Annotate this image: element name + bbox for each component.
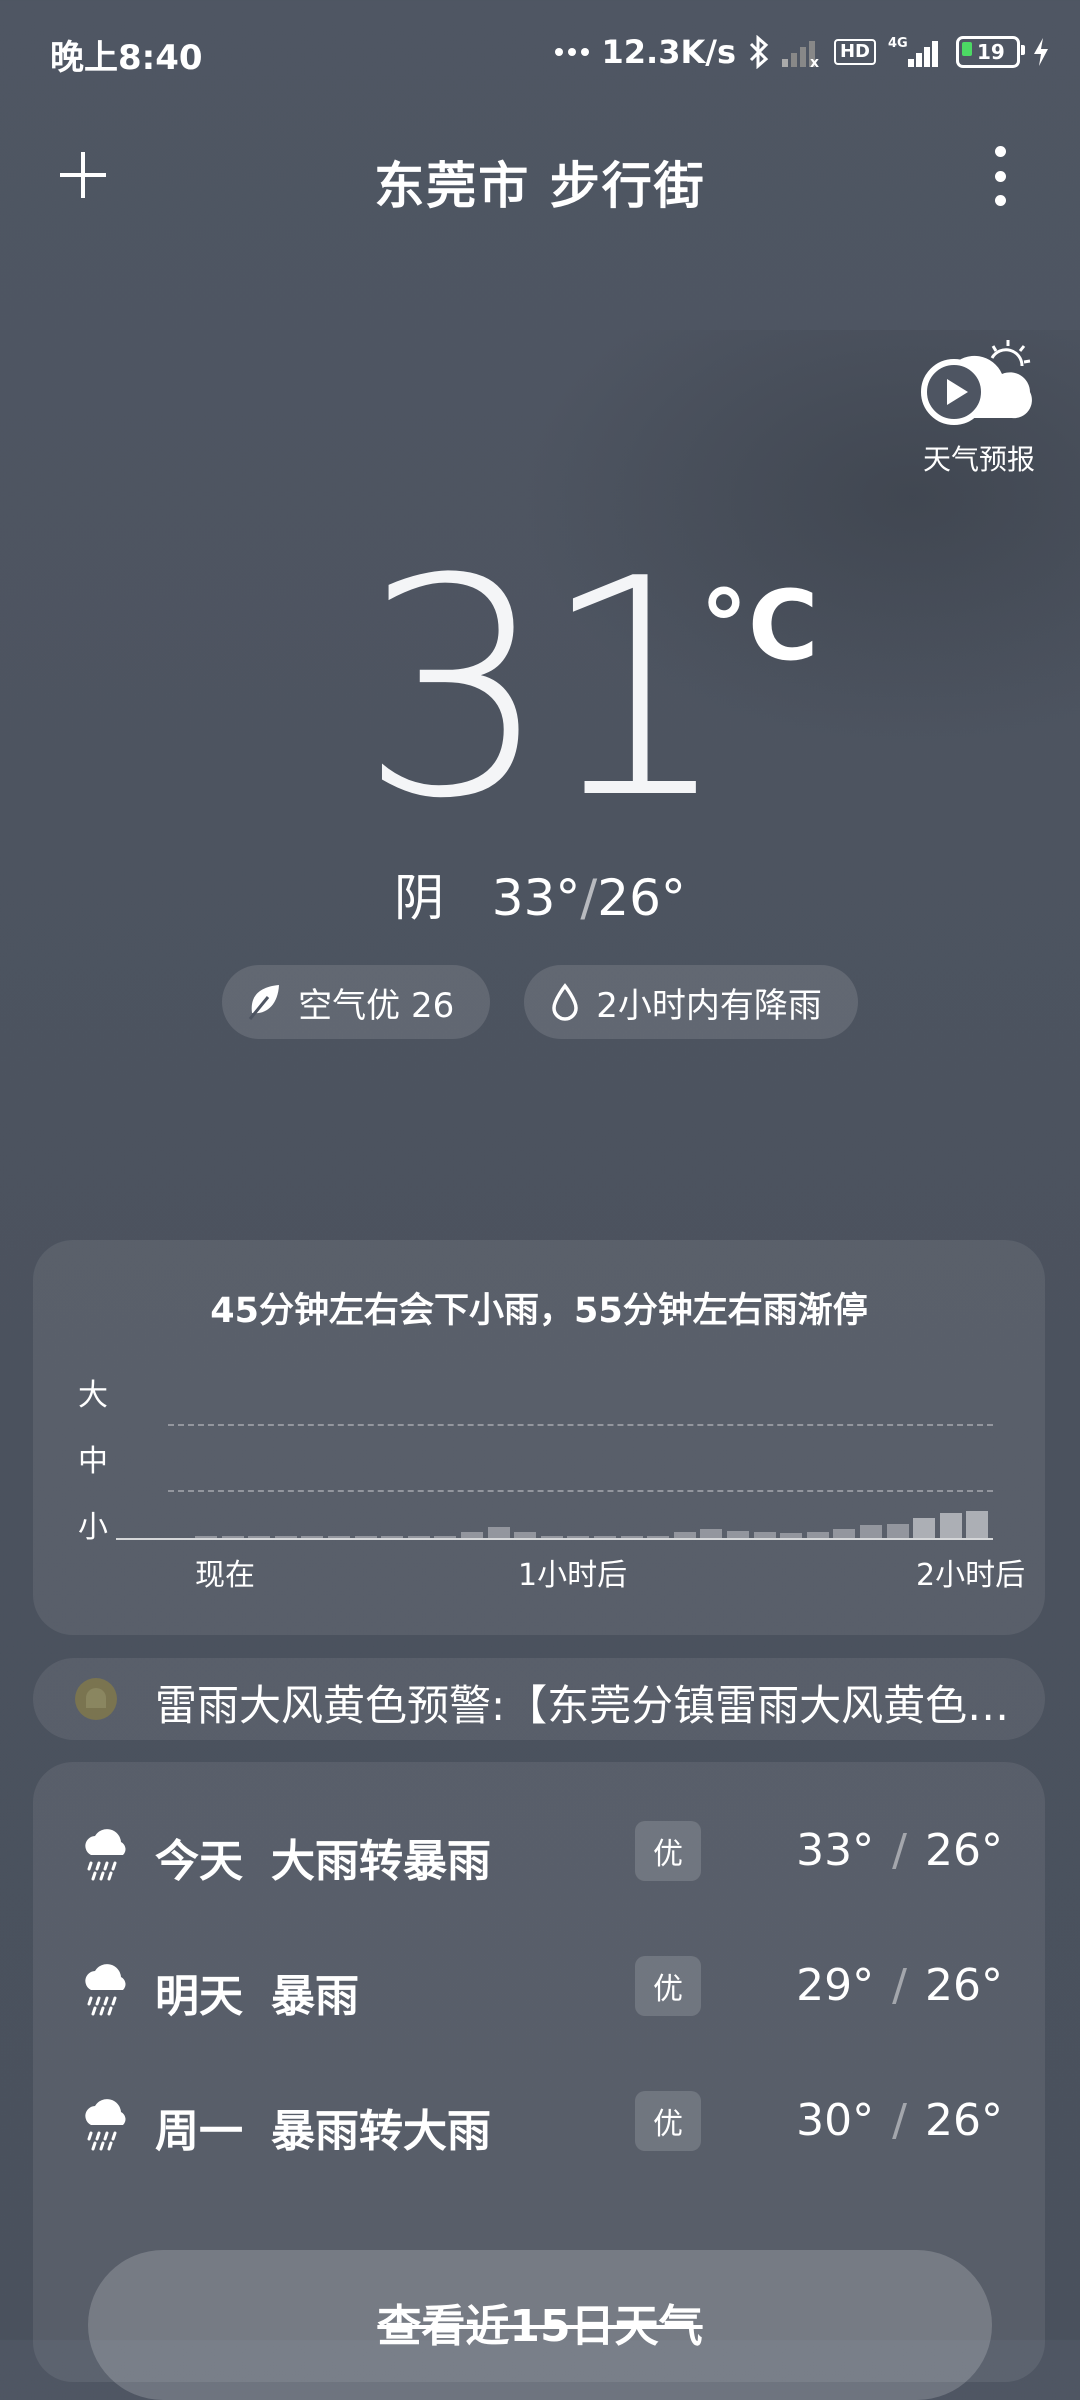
precipitation-chart: 大 中 小 现在 1小时后 2小时后 [78, 1370, 1038, 1610]
precipitation-bar [487, 1526, 510, 1538]
forecast-desc: 大雨转暴雨 [271, 1836, 491, 1887]
temp-separator: / [892, 1825, 907, 1876]
x-label-1h: 1小时后 [518, 1558, 628, 1593]
forecast-high: 29° [796, 1960, 875, 2011]
precipitation-bar [939, 1513, 962, 1538]
precipitation-bar [700, 1528, 723, 1538]
droplet-icon [552, 983, 578, 1021]
page-title[interactable]: 东莞市 步行街 [0, 146, 1080, 218]
hd-icon: HD [833, 39, 876, 65]
view-15-day-button[interactable]: 查看近15日天气 [88, 2250, 992, 2400]
forecast-low: 26° [925, 1825, 1003, 1876]
more-vertical-icon [994, 146, 1006, 157]
forecast-temps: 30° / 26° [796, 2095, 1003, 2146]
today-low: 26° [597, 869, 686, 927]
more-dots-icon [554, 47, 590, 57]
view-15-day-label: 查看近15日天气 [377, 2301, 703, 2352]
precipitation-bar [833, 1528, 856, 1538]
grid-line-medium [168, 1490, 993, 1492]
temp-separator: / [580, 869, 598, 927]
precipitation-bars [195, 1500, 993, 1538]
rain-alert-chip[interactable]: 2小时内有降雨 [524, 965, 858, 1039]
forecast-desc: 暴雨转大雨 [271, 2106, 491, 2157]
forecast-row-monday[interactable]: 周一 暴雨转大雨 优 30° / 26° [33, 2077, 1045, 2167]
air-quality-label: 空气优 26 [298, 985, 455, 1026]
alert-bell-icon [75, 1678, 117, 1720]
aqi-badge: 优 [635, 1956, 701, 2016]
header: 东莞市 步行街 [0, 130, 1080, 230]
precipitation-bar [886, 1523, 909, 1538]
precipitation-bar [727, 1531, 749, 1538]
forecast-low: 26° [925, 2095, 1003, 2146]
forecast-row-tomorrow[interactable]: 明天 暴雨 优 29° / 26° [33, 1942, 1045, 2032]
precipitation-summary: 45分钟左右会下小雨，55分钟左右雨渐停 [210, 1291, 868, 1331]
precipitation-bar [860, 1525, 882, 1538]
precipitation-card[interactable]: 45分钟左右会下小雨，55分钟左右雨渐停 大 中 小 现在 1小时后 2小时后 [33, 1240, 1045, 1635]
weather-video-button[interactable]: 天气预报 [914, 336, 1044, 478]
status-time: 晚上8:40 [50, 38, 203, 78]
forecast-low: 26° [925, 1960, 1003, 2011]
forecast-high: 33° [796, 1825, 875, 1876]
bluetooth-icon [748, 35, 770, 69]
temperature-value: 31 [359, 515, 731, 864]
status-icons: 12.3K/s x HD 4G 19 [554, 30, 1051, 74]
status-bar: 晚上8:40 12.3K/s x HD 4G 19 [0, 0, 1080, 100]
today-high: 33° [491, 869, 581, 927]
precipitation-bar [966, 1511, 989, 1538]
leaf-icon [248, 985, 280, 1020]
signal-weak-icon: x [781, 37, 822, 67]
weather-warning-banner[interactable]: 雷雨大风黄色预警:【东莞分镇雷雨大风黄色预警信号】 [33, 1658, 1045, 1740]
y-label-heavy: 大 [78, 1378, 108, 1413]
temp-separator: / [892, 1960, 907, 2011]
heavy-rain-icon [85, 1829, 126, 1881]
signal-4g-icon: 4G [888, 35, 944, 69]
weather-video-label: 天气预报 [922, 443, 1035, 476]
play-cloud-sun-icon [921, 340, 1032, 425]
chart-baseline [116, 1538, 993, 1540]
grid-line-heavy [168, 1424, 993, 1426]
forecast-temps: 29° / 26° [796, 1960, 1003, 2011]
svg-text:x: x [810, 55, 819, 67]
forecast-day: 周一 [155, 2106, 243, 2157]
forecast-row-today[interactable]: 今天 大雨转暴雨 优 33° / 26° [33, 1807, 1045, 1897]
info-chips: 空气优 26 2小时内有降雨 [0, 965, 1080, 1039]
rain-alert-label: 2小时内有降雨 [596, 985, 822, 1026]
more-options-button[interactable] [980, 146, 1020, 206]
x-label-2h: 2小时后 [916, 1558, 1026, 1593]
heavy-rain-icon [85, 2099, 126, 2151]
temp-separator: / [892, 2095, 907, 2146]
aqi-badge: 优 [635, 1821, 701, 1881]
forecast-high: 30° [796, 2095, 875, 2146]
svg-text:4G: 4G [888, 36, 908, 51]
warning-text: 雷雨大风黄色预警:【东莞分镇雷雨大风黄色预警信号】 [155, 1681, 1035, 1730]
forecast-day: 明天 [155, 1971, 243, 2022]
battery-level: 19 [977, 40, 1005, 64]
aqi-badge: 优 [635, 2091, 701, 2151]
heavy-rain-icon [85, 1964, 126, 2016]
net-speed: 12.3K/s [601, 33, 736, 71]
current-condition: 阴 33°/26° [0, 858, 1080, 930]
forecast-day: 今天 [155, 1836, 243, 1887]
y-label-light: 小 [78, 1510, 108, 1545]
forecast-desc: 暴雨 [271, 1971, 359, 2022]
charging-icon [1032, 37, 1050, 67]
current-temperature: 31 °C [0, 540, 1080, 840]
temperature-unit: °C [700, 570, 819, 682]
air-quality-chip[interactable]: 空气优 26 [222, 965, 491, 1039]
condition-text: 阴 [394, 869, 445, 927]
x-label-now: 现在 [195, 1558, 255, 1593]
y-label-medium: 中 [78, 1444, 108, 1479]
forecast-temps: 33° / 26° [796, 1825, 1003, 1876]
battery-icon: 19 [956, 36, 1025, 68]
precipitation-bar [913, 1518, 936, 1538]
